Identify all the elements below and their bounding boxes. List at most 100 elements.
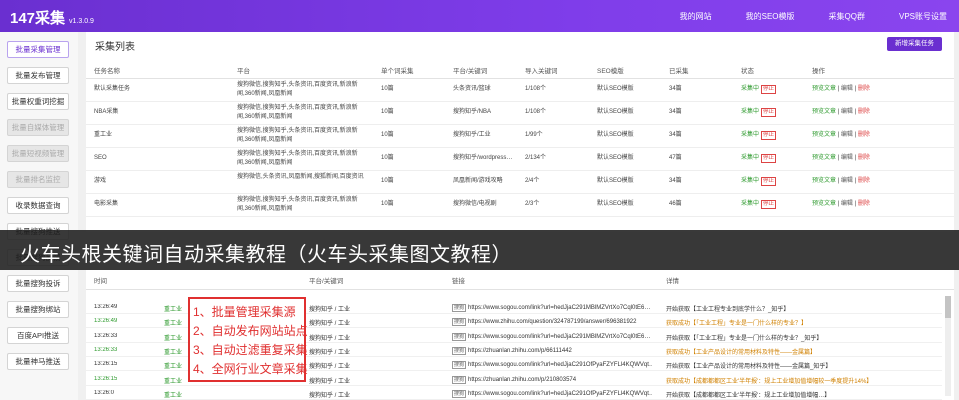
log-link[interactable]: 搜狗 https://www.sogou.com/link?url=hedJjaC… bbox=[452, 389, 652, 398]
topnav-item[interactable]: 我的SEO模版 bbox=[746, 11, 795, 22]
task-name: 电影采集 bbox=[94, 201, 119, 207]
edit-link[interactable]: 编辑 bbox=[841, 201, 853, 207]
seo-template: 默认SEO模版 bbox=[597, 86, 634, 92]
sidebar-item[interactable]: 批量发布管理 bbox=[7, 67, 69, 84]
topnav-item[interactable]: 采集QQ群 bbox=[829, 11, 865, 22]
import-keywords: 2/3个 bbox=[525, 201, 540, 207]
topnav-item[interactable]: VPS账号设置 bbox=[899, 11, 947, 22]
column-header: 状态 bbox=[741, 68, 754, 75]
sidebar-item[interactable]: 批量搜狗投诉 bbox=[7, 275, 69, 292]
edit-link[interactable]: 编辑 bbox=[841, 178, 853, 184]
column-header: SEO模版 bbox=[597, 68, 624, 75]
operations: 预览文章 | 编辑 | 删除 bbox=[812, 154, 870, 163]
sidebar-item[interactable]: 批量采集管理 bbox=[7, 41, 69, 58]
platform-keyword: 凤凰新闻/游戏攻略 bbox=[453, 178, 503, 184]
task-platforms: 搜狗微信,搜狗知乎,头条资讯,百度资讯,新浪新闻,360新闻,凤凰新闻 bbox=[237, 128, 358, 143]
source-tag: 搜狗 bbox=[452, 318, 467, 327]
per-word-count: 10篇 bbox=[381, 178, 394, 184]
seo-template: 默认SEO模版 bbox=[597, 109, 634, 115]
preview-link[interactable]: 预览文章 bbox=[812, 132, 836, 138]
log-url[interactable]: https://www.sogou.com/link?url=hedJjaC29… bbox=[468, 334, 650, 340]
preview-link[interactable]: 预览文章 bbox=[812, 109, 836, 115]
log-url[interactable]: https://www.sogou.com/link?url=hedJjaC29… bbox=[468, 391, 652, 397]
per-word-count: 10篇 bbox=[381, 109, 394, 115]
status-badge: 采集中 bbox=[741, 109, 760, 115]
source-tag: 搜狗 bbox=[452, 304, 467, 312]
preview-link[interactable]: 预览文章 bbox=[812, 155, 836, 161]
edit-link[interactable]: 编辑 bbox=[841, 86, 853, 92]
log-platform-keyword: 搜狗知乎 / 工业 bbox=[309, 307, 351, 313]
edit-link[interactable]: 编辑 bbox=[841, 132, 853, 138]
delete-link[interactable]: 删除 bbox=[858, 201, 870, 207]
import-keywords: 2/134个 bbox=[525, 155, 547, 161]
log-scrollbar[interactable] bbox=[945, 296, 951, 396]
log-time: 13:26:33 bbox=[94, 346, 118, 353]
delete-link[interactable]: 删除 bbox=[858, 109, 870, 115]
app-version: v1.3.0.9 bbox=[69, 18, 94, 25]
stop-button[interactable]: 停止 bbox=[761, 108, 777, 117]
log-link[interactable]: 搜狗 https://www.sogou.com/link?url=hedJjaC… bbox=[452, 304, 652, 312]
log-platform-keyword: 搜狗知乎 / 工业 bbox=[309, 364, 351, 371]
status-badge: 采集中 bbox=[741, 201, 760, 207]
stop-button[interactable]: 停止 bbox=[761, 131, 777, 140]
log-column-header: 平台/关键词 bbox=[309, 278, 344, 285]
status-cell: 采集中 停止 bbox=[741, 177, 777, 186]
log-url[interactable]: https://zhuanlan.zhihu.com/p/210803574 bbox=[468, 377, 576, 383]
log-link[interactable]: 搜狗 https://zhuanlan.zhihu.com/p/66111442 bbox=[452, 346, 652, 355]
sidebar-item[interactable]: 收录数据查询 bbox=[7, 197, 69, 214]
status-badge: 采集中 bbox=[741, 86, 760, 92]
log-time: 13:26:49 bbox=[94, 304, 118, 310]
log-link[interactable]: 搜狗 https://www.sogou.com/link?url=hedJjaC… bbox=[452, 361, 652, 370]
page-title: 采集列表 bbox=[95, 42, 135, 53]
column-header: 已采集 bbox=[669, 68, 689, 75]
column-header: 导入关键词 bbox=[525, 68, 558, 75]
import-keywords: 1/108个 bbox=[525, 109, 547, 115]
status-cell: 采集中 停止 bbox=[741, 131, 777, 140]
sidebar-item[interactable]: 批量权重词挖掘 bbox=[7, 93, 69, 110]
log-detail: 开始获取【工业工程专业到底学什么？_知乎】 bbox=[666, 307, 790, 313]
stop-button[interactable]: 停止 bbox=[761, 154, 777, 163]
stop-button[interactable]: 停止 bbox=[761, 200, 777, 209]
log-platform-keyword: 搜狗知乎 / 工业 bbox=[309, 321, 351, 328]
table-row: SEO 搜狗微信,搜狗知乎,头条资讯,百度资讯,新浪新闻,360新闻,凤凰新闻 10… bbox=[86, 148, 954, 171]
column-header: 平台 bbox=[237, 68, 250, 75]
collected-count: 34篇 bbox=[669, 178, 682, 184]
new-task-button[interactable]: 新增采集任务 bbox=[887, 37, 942, 51]
seo-template: 默认SEO模版 bbox=[597, 155, 634, 161]
sidebar-item[interactable]: 批量搜狗绑站 bbox=[7, 301, 69, 318]
delete-link[interactable]: 删除 bbox=[858, 132, 870, 138]
log-url[interactable]: https://www.zhihu.com/question/324787199… bbox=[468, 319, 636, 325]
scrollbar-thumb[interactable] bbox=[945, 296, 951, 318]
status-cell: 采集中 停止 bbox=[741, 154, 777, 163]
log-url[interactable]: https://www.sogou.com/link?url=hedJjaC29… bbox=[468, 362, 652, 368]
log-link[interactable]: 搜狗 https://zhuanlan.zhihu.com/p/210803574 bbox=[452, 375, 652, 384]
sidebar-item[interactable]: 批量神马推送 bbox=[7, 353, 69, 370]
delete-link[interactable]: 删除 bbox=[858, 178, 870, 184]
log-detail: 开始获取【工业产品设计的常用材料及特性——金属篇_知乎】 bbox=[666, 364, 832, 371]
topnav-item[interactable]: 我的网站 bbox=[680, 11, 712, 22]
per-word-count: 10篇 bbox=[381, 201, 394, 207]
log-url[interactable]: https://www.sogou.com/link?url=hedJjaC29… bbox=[468, 305, 650, 311]
log-detail: 开始获取【成都都都区工业'半年报'：规上工业增加值增幅…】 bbox=[666, 392, 831, 399]
log-link[interactable]: 搜狗 https://www.sogou.com/link?url=hedJjaC… bbox=[452, 332, 652, 341]
operations: 预览文章 | 编辑 | 删除 bbox=[812, 200, 870, 209]
sidebar-item[interactable]: 百度API推送 bbox=[7, 327, 69, 344]
edit-link[interactable]: 编辑 bbox=[841, 155, 853, 161]
edit-link[interactable]: 编辑 bbox=[841, 109, 853, 115]
log-link[interactable]: 搜狗 https://www.zhihu.com/question/3247871… bbox=[452, 318, 652, 327]
delete-link[interactable]: 删除 bbox=[858, 86, 870, 92]
platform-keyword: 搜狗知乎/NBA bbox=[453, 109, 492, 115]
stop-button[interactable]: 停止 bbox=[761, 85, 777, 94]
platform-keyword: 搜狗微信/电视剧 bbox=[453, 201, 497, 207]
table-row: 默认采集任务 搜狗微信,搜狗知乎,头条资讯,百度资讯,新浪新闻,360新闻,凤凰新… bbox=[86, 79, 954, 102]
preview-link[interactable]: 预览文章 bbox=[812, 178, 836, 184]
task-name: 默认采集任务 bbox=[94, 86, 131, 92]
delete-link[interactable]: 删除 bbox=[858, 155, 870, 161]
preview-link[interactable]: 预览文章 bbox=[812, 201, 836, 207]
task-platforms: 搜狗微信,搜狗知乎,头条资讯,百度资讯,新浪新闻,360新闻,凤凰新闻 bbox=[237, 151, 358, 166]
stop-button[interactable]: 停止 bbox=[761, 177, 777, 186]
log-url[interactable]: https://zhuanlan.zhihu.com/p/66111442 bbox=[468, 348, 572, 354]
preview-link[interactable]: 预览文章 bbox=[812, 86, 836, 92]
task-platforms: 搜狗微信,头条资讯,凤凰新闻,搜狐新闻,百度资讯 bbox=[237, 174, 364, 180]
log-platform-keyword: 搜狗知乎 / 工业 bbox=[309, 349, 351, 356]
